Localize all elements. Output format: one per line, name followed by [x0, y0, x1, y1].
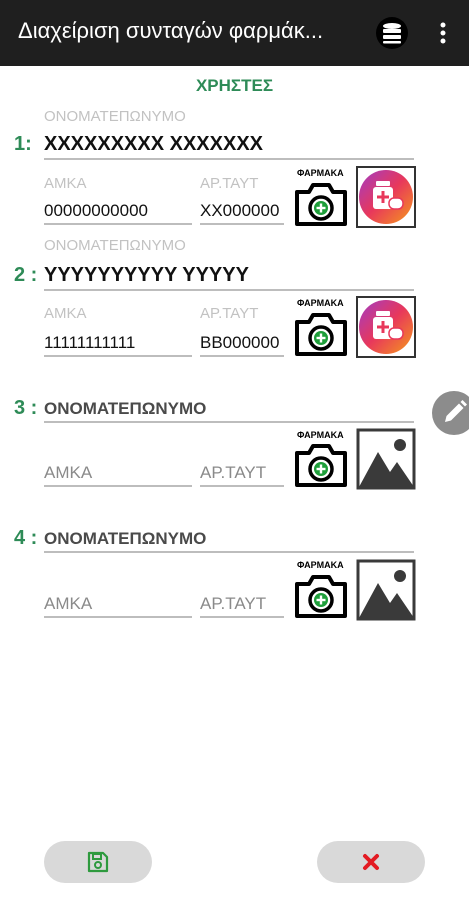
camera-label: ΦΑΡΜΑΚΑ [297, 168, 344, 178]
id-label: ΑΡ.ΤΑΥΤ [200, 175, 259, 192]
camera-label: ΦΑΡΜΑΚΑ [297, 298, 344, 308]
camera-add-icon[interactable] [293, 180, 349, 228]
user-number: 1: [14, 133, 32, 155]
id-label: ΑΡ.ΤΑΥΤ [200, 305, 259, 322]
id-field[interactable]: XX000000 [200, 201, 284, 225]
name-field[interactable]: XXXXXXXXX XXXXXXX [44, 133, 414, 160]
image-placeholder-icon[interactable] [356, 428, 416, 490]
name-field[interactable]: ΟΝΟΜΑΤΕΠΩΝΥΜΟ [44, 399, 414, 423]
app-bar: Διαχείριση συνταγών φαρμάκ... [0, 0, 469, 66]
amka-field[interactable]: ΑΜΚΑ [44, 594, 192, 618]
medicine-app-icon[interactable] [356, 296, 416, 358]
amka-field[interactable]: 11111111111 [44, 333, 192, 357]
camera-add-icon[interactable] [293, 310, 349, 358]
save-button[interactable] [44, 841, 152, 883]
name-field[interactable]: YYYYYYYYYY YYYYY [44, 264, 414, 291]
user-number: 3 : [14, 397, 38, 419]
camera-label: ΦΑΡΜΑΚΑ [297, 430, 344, 440]
amka-label: ΑΜΚΑ [44, 175, 87, 192]
edit-button[interactable] [432, 391, 469, 435]
save-floppy-icon [87, 851, 109, 873]
name-field[interactable]: ΟΝΟΜΑΤΕΠΩΝΥΜΟ [44, 529, 414, 553]
pencil-edit-icon [445, 400, 467, 422]
image-placeholder-icon[interactable] [356, 559, 416, 621]
app-title: Διαχείριση συνταγών φαρμάκ... [18, 18, 324, 43]
amka-label: ΑΜΚΑ [44, 305, 87, 322]
id-field[interactable]: ΑΡ.ΤΑΥΤ [200, 594, 284, 618]
medicine-app-icon[interactable] [356, 166, 416, 228]
name-label: ΟΝΟΜΑΤΕΠΩΝΥΜΟ [44, 237, 186, 254]
user-number: 4 : [14, 527, 38, 549]
amka-field[interactable]: ΑΜΚΑ [44, 463, 192, 487]
camera-add-icon[interactable] [293, 441, 349, 489]
camera-label: ΦΑΡΜΑΚΑ [297, 560, 344, 570]
more-vert-icon[interactable] [430, 20, 456, 46]
id-field[interactable]: BB000000 [200, 333, 284, 357]
section-title: ΧΡΗΣΤΕΣ [195, 76, 274, 95]
database-icon[interactable] [375, 16, 409, 50]
user-number: 2 : [14, 264, 38, 286]
cancel-button[interactable] [317, 841, 425, 883]
close-x-icon [363, 854, 379, 870]
amka-field[interactable]: 00000000000 [44, 201, 192, 225]
name-label: ΟΝΟΜΑΤΕΠΩΝΥΜΟ [44, 108, 186, 125]
camera-add-icon[interactable] [293, 572, 349, 620]
id-field[interactable]: ΑΡ.ΤΑΥΤ [200, 463, 284, 487]
